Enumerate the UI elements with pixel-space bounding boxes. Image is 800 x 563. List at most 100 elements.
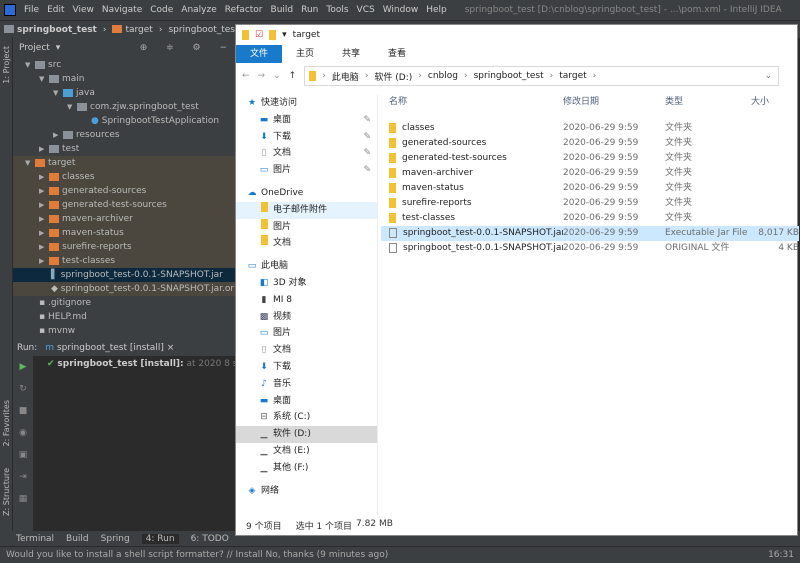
file-row[interactable]: maven-archiver 2020-06-29 9:59 文件夹 [381, 166, 799, 181]
tab-home[interactable]: 主页 [282, 45, 328, 63]
recent-icon[interactable]: ⌄ [273, 71, 281, 81]
nav-item[interactable]: ▁ 其他 (F:) [236, 460, 377, 477]
col-date[interactable]: 修改日期 [563, 95, 665, 111]
project-view-selector[interactable]: Project [19, 43, 50, 53]
file-row[interactable]: maven-status 2020-06-29 9:59 文件夹 [381, 181, 799, 196]
menu-vcs[interactable]: VCS [357, 5, 375, 15]
nav-this-pc[interactable]: ▭ 此电脑 [236, 258, 377, 275]
crumb-target[interactable]: target [112, 25, 153, 35]
tree-item[interactable]: ▼ target [13, 156, 235, 170]
tree-item[interactable]: ▼ java [13, 86, 235, 100]
nav-item-selected[interactable]: ▁ 软件 (D:) [236, 426, 377, 443]
col-name[interactable]: 名称 [381, 95, 563, 111]
todo-tab[interactable]: 6: TODO [191, 534, 229, 544]
forward-icon[interactable]: → [258, 71, 266, 81]
tree-item[interactable]: ▶ test-classes [13, 254, 235, 268]
tree-item[interactable]: ▼ src [13, 58, 235, 72]
tree-item[interactable]: ▼ com.zjw.springboot_test [13, 100, 235, 114]
file-row[interactable]: generated-test-sources 2020-06-29 9:59 文件夹 [381, 151, 799, 166]
nav-onedrive[interactable]: ☁ OneDrive [236, 185, 377, 202]
menu-window[interactable]: Window [383, 5, 419, 15]
tree-item[interactable]: ● SpringbootTestApplication [13, 114, 235, 128]
project-toolbar-icons[interactable]: ⊕ ≑ ⚙ − [140, 43, 235, 53]
file-row[interactable]: springboot_test-0.0.1-SNAPSHOT.jar... 202… [381, 241, 799, 256]
nav-item[interactable]: ⊟ 系统 (C:) [236, 409, 377, 426]
path-segment[interactable]: target [559, 71, 586, 81]
crumb-project[interactable]: springboot_test [4, 25, 97, 35]
menu-refactor[interactable]: Refactor [225, 5, 263, 15]
file-row[interactable]: classes 2020-06-29 9:59 文件夹 [381, 121, 799, 136]
path-segment[interactable]: cnblog [428, 71, 458, 81]
camera-icon[interactable]: ▣ [13, 444, 33, 466]
tree-item[interactable]: ▶ classes [13, 170, 235, 184]
menu-file[interactable]: File [24, 5, 39, 15]
tree-item-selected[interactable]: ▌ springboot_test-0.0.1-SNAPSHOT.jar [13, 268, 235, 282]
tree-item[interactable]: ▶ maven-archiver [13, 212, 235, 226]
refresh-icon[interactable]: ↻ [13, 378, 33, 400]
menu-help[interactable]: Help [426, 5, 447, 15]
nav-item[interactable]: 图片 [236, 218, 377, 236]
tree-item[interactable]: ▶ maven-status [13, 226, 235, 240]
menu-view[interactable]: View [73, 5, 94, 15]
file-row-selected[interactable]: springboot_test-0.0.1-SNAPSHOT.jar 2020-0… [381, 226, 799, 241]
tree-item[interactable]: ▶ generated-test-sources [13, 198, 235, 212]
col-type[interactable]: 类型 [665, 95, 751, 111]
status-message[interactable]: Would you like to install a shell script… [6, 550, 388, 560]
spring-tab[interactable]: Spring [101, 534, 130, 544]
back-icon[interactable]: ← [242, 71, 250, 81]
nav-item[interactable]: ♪ 音乐 [236, 376, 377, 393]
favorites-tool-tab[interactable]: 2: Favorites [2, 400, 11, 446]
up-icon[interactable]: ↑ [289, 71, 297, 81]
menu-tools[interactable]: Tools [326, 5, 348, 15]
menu-navigate[interactable]: Navigate [102, 5, 142, 15]
tree-item[interactable]: ▪ .gitignore [13, 296, 235, 310]
new-folder-icon[interactable] [269, 30, 277, 40]
tree-item[interactable]: ▶ generated-sources [13, 184, 235, 198]
menu-analyze[interactable]: Analyze [181, 5, 216, 15]
address-dropdown-icon[interactable]: ⌄ [764, 71, 772, 81]
tree-item[interactable]: ▶ surefire-reports [13, 240, 235, 254]
tab-share[interactable]: 共享 [328, 45, 374, 63]
menu-code[interactable]: Code [150, 5, 173, 15]
path-segment[interactable]: 软件 (D:) [374, 70, 412, 83]
file-row[interactable]: test-classes 2020-06-29 9:59 文件夹 [381, 211, 799, 226]
nav-item[interactable]: ▭ 图片 [236, 325, 377, 342]
run-result[interactable]: springboot_test [install]: [57, 359, 183, 369]
nav-item[interactable]: ▬ 桌面 [236, 393, 377, 410]
nav-item[interactable]: ▬ 桌面 ✎ [236, 112, 377, 129]
run-tab-active[interactable]: 4: Run [141, 533, 179, 544]
menu-run[interactable]: Run [301, 5, 318, 15]
rerun-icon[interactable]: ▶ [13, 356, 33, 378]
tree-item[interactable]: ▪ mvnw [13, 324, 235, 338]
tab-view[interactable]: 查看 [374, 45, 420, 63]
nav-item[interactable]: ⬇ 下载 [236, 359, 377, 376]
path-segment[interactable]: 此电脑 [332, 70, 359, 83]
nav-item[interactable]: 电子邮件附件 [236, 201, 377, 219]
menu-edit[interactable]: Edit [47, 5, 64, 15]
nav-item[interactable]: ⬇ 下载 ✎ [236, 129, 377, 146]
nav-item[interactable]: ▮ MI 8 [236, 292, 377, 309]
menu-build[interactable]: Build [271, 5, 294, 15]
nav-item[interactable]: ▯ 文档 ✎ [236, 145, 377, 162]
tab-file[interactable]: 文件 [236, 45, 283, 63]
tree-item[interactable]: ▶ resources [13, 128, 235, 142]
tree-item[interactable]: ▼ main [13, 72, 235, 86]
nav-quick-access[interactable]: ★ 快速访问 [236, 95, 377, 112]
file-row[interactable]: generated-sources 2020-06-29 9:59 文件夹 [381, 136, 799, 151]
nav-item[interactable]: ▩ 视频 [236, 309, 377, 326]
nav-item[interactable]: ▯ 文档 [236, 342, 377, 359]
structure-tool-tab[interactable]: Z: Structure [2, 468, 11, 516]
tree-item[interactable]: ▶ test [13, 142, 235, 156]
layout-icon[interactable]: ▦ [13, 488, 33, 510]
stop-icon[interactable]: ■ [13, 400, 33, 422]
run-tab[interactable]: m springboot_test [install] × [45, 343, 174, 353]
tree-item[interactable]: ▪ HELP.md [13, 310, 235, 324]
export-icon[interactable]: ⇥ [13, 466, 33, 488]
address-bar[interactable]: › 此电脑 › 软件 (D:) › cnblog › springboot_test ›… [304, 66, 779, 86]
nav-item[interactable]: 文档 [236, 235, 377, 252]
nav-item[interactable]: ▁ 文档 (E:) [236, 443, 377, 460]
nav-item[interactable]: ◧ 3D 对象 [236, 275, 377, 292]
build-tab[interactable]: Build [66, 534, 89, 544]
nav-item[interactable]: ▭ 图片 ✎ [236, 162, 377, 179]
nav-network[interactable]: ◈ 网络 [236, 483, 377, 500]
